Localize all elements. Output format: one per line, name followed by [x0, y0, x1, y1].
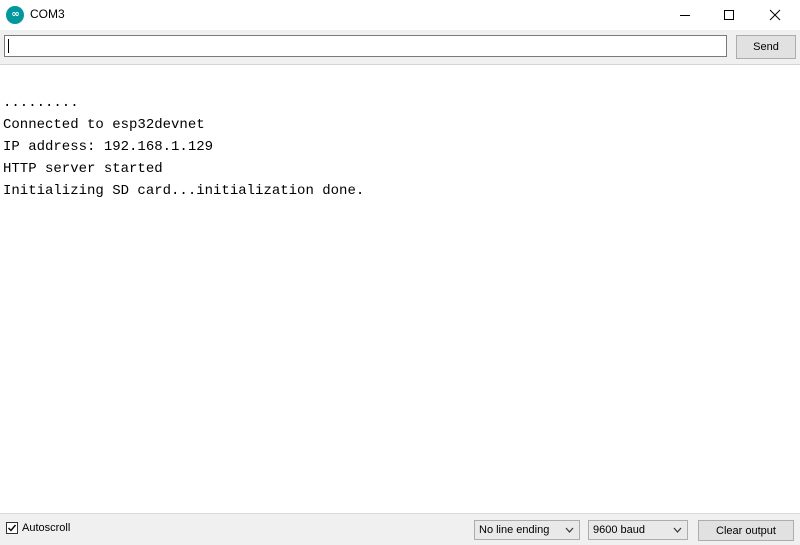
minimize-button[interactable]: [662, 0, 708, 30]
send-button[interactable]: Send: [736, 35, 796, 59]
output-line: IP address: 192.168.1.129: [3, 139, 214, 155]
line-ending-select[interactable]: No line ending: [474, 520, 580, 540]
output-line: Initializing SD card...initialization do…: [3, 183, 365, 199]
status-bar: Autoscroll No line ending 9600 baud Clea…: [0, 513, 800, 545]
autoscroll-label: Autoscroll: [22, 522, 71, 534]
serial-output-lines: ......... Connected to esp32devnet IP ad…: [3, 92, 364, 202]
autoscroll-toggle[interactable]: Autoscroll: [6, 522, 70, 534]
clear-output-button[interactable]: Clear output: [698, 520, 794, 541]
autoscroll-checkbox[interactable]: [6, 522, 18, 534]
arduino-logo-icon: ∞: [6, 6, 24, 24]
baud-rate-select[interactable]: 9600 baud: [588, 520, 688, 540]
checkmark-icon: [8, 524, 17, 532]
line-ending-value: No line ending: [479, 524, 550, 536]
window-title: COM3: [30, 7, 65, 21]
serial-send-input[interactable]: [4, 35, 727, 57]
close-icon: [769, 9, 781, 21]
title-bar: ∞ COM3: [0, 0, 800, 30]
close-button[interactable]: [752, 0, 798, 30]
send-bar: Send: [0, 30, 800, 64]
minimize-icon: [680, 15, 690, 16]
baud-rate-value: 9600 baud: [593, 524, 645, 536]
output-line: HTTP server started: [3, 161, 163, 177]
output-line: .........: [3, 95, 79, 111]
maximize-button[interactable]: [706, 0, 752, 30]
text-caret: [8, 39, 9, 53]
chevron-down-icon: [565, 527, 574, 533]
serial-output-area[interactable]: ......... Connected to esp32devnet IP ad…: [0, 65, 800, 513]
chevron-down-icon: [673, 527, 682, 533]
output-line: Connected to esp32devnet: [3, 117, 205, 133]
maximize-icon: [724, 10, 734, 20]
